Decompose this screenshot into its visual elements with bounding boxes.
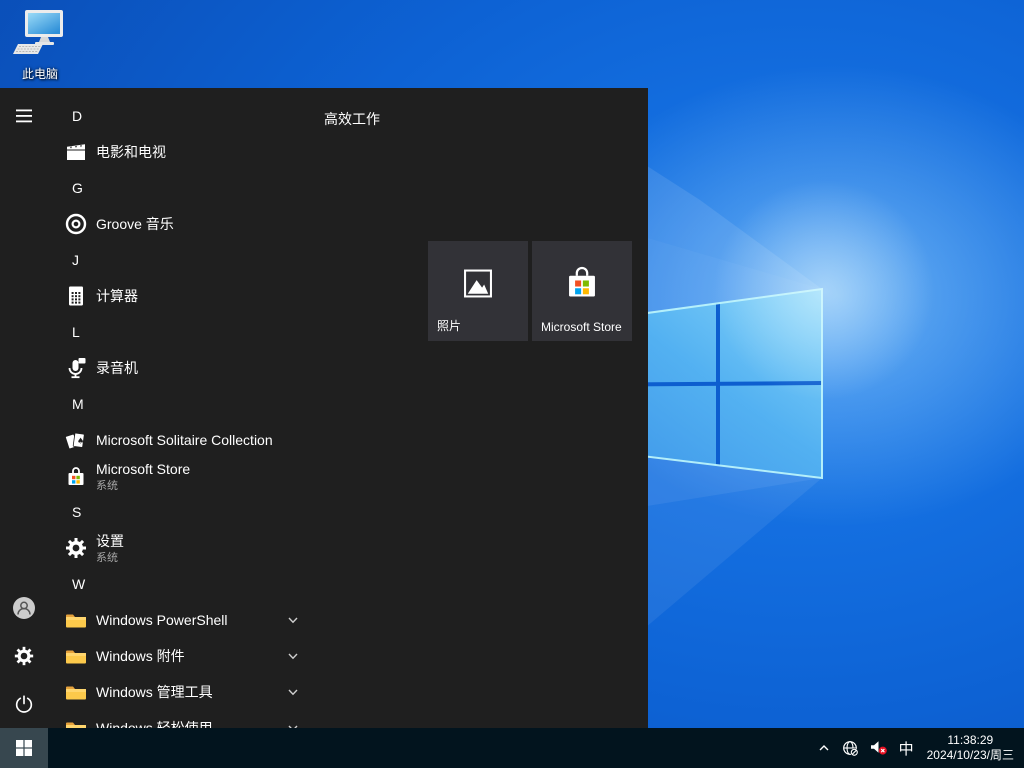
tile-label: Microsoft Store	[541, 320, 622, 334]
folder-icon	[64, 608, 88, 632]
app-label: 计算器	[96, 286, 138, 306]
network-status-button[interactable]	[842, 740, 859, 757]
app-list-item-movies-tv[interactable]: 电影和电视	[0, 134, 320, 170]
section-header-d: D	[0, 98, 320, 134]
section-header-g: G	[0, 170, 320, 206]
movies-tv-icon	[64, 140, 88, 164]
store-icon	[64, 464, 88, 488]
tile-label: 照片	[437, 317, 461, 334]
settings-icon	[64, 536, 88, 560]
app-sublabel: 系统	[96, 549, 118, 565]
chevron-down-icon[interactable]	[286, 649, 300, 663]
section-header-s: S	[0, 494, 320, 530]
this-pc-icon	[12, 8, 68, 58]
folder-item-windows-admin-tools[interactable]: Windows 管理工具	[0, 674, 320, 710]
chevron-up-icon	[817, 741, 831, 755]
desktop-icon-label: 此电脑	[8, 65, 72, 82]
section-letter[interactable]: M	[72, 396, 84, 412]
volume-muted-icon	[870, 740, 888, 756]
windows-logo-icon	[16, 740, 32, 756]
app-label: Microsoft Solitaire Collection	[96, 432, 273, 448]
section-header-w: W	[0, 566, 320, 602]
app-list-item-calculator[interactable]: 计算器	[0, 278, 320, 314]
calculator-icon	[64, 284, 88, 308]
chevron-down-icon[interactable]	[286, 613, 300, 627]
folder-label: Windows 管理工具	[96, 682, 213, 702]
clock-date: 2024/10/23/周三	[927, 748, 1014, 763]
folder-icon	[64, 716, 88, 728]
ime-indicator[interactable]: 中	[899, 738, 914, 759]
folder-item-windows-accessories[interactable]: Windows 附件	[0, 638, 320, 674]
app-list: D 电影和电视 G	[0, 98, 320, 728]
folder-label: Windows PowerShell	[96, 612, 228, 628]
app-list-item-settings[interactable]: 设置 系统	[0, 530, 320, 566]
app-label: 电影和电视	[96, 142, 166, 162]
svg-text:♠: ♠	[77, 437, 84, 446]
taskbar-clock[interactable]: 11:38:29 2024/10/23/周三	[925, 733, 1014, 763]
section-letter[interactable]: D	[72, 108, 82, 124]
folder-label: Windows 附件	[96, 646, 185, 666]
app-label: 设置	[96, 531, 124, 551]
section-letter[interactable]: J	[72, 252, 79, 268]
clock-time: 11:38:29	[927, 733, 1014, 748]
tray-expand-button[interactable]	[817, 741, 831, 755]
app-sublabel: 系统	[96, 477, 118, 493]
folder-icon	[64, 680, 88, 704]
start-menu: D 电影和电视 G	[0, 88, 648, 728]
section-header-j: J	[0, 242, 320, 278]
folder-item-windows-powershell[interactable]: Windows PowerShell	[0, 602, 320, 638]
tile-photos[interactable]: 照片	[428, 241, 528, 341]
taskbar: 中 11:38:29 2024/10/23/周三	[0, 728, 1024, 768]
section-letter[interactable]: S	[72, 504, 81, 520]
voice-recorder-icon	[64, 356, 88, 380]
solitaire-icon: ♠	[64, 428, 88, 452]
chevron-down-icon[interactable]	[286, 685, 300, 699]
desktop: 此电脑	[0, 0, 1024, 768]
folder-item-windows-ease-of-access[interactable]: Windows 轻松使用	[0, 710, 320, 728]
start-button[interactable]	[0, 728, 48, 768]
section-header-m: M	[0, 386, 320, 422]
app-label: Groove 音乐	[96, 214, 174, 234]
network-globe-icon	[842, 740, 859, 757]
section-letter[interactable]: G	[72, 180, 83, 196]
photos-icon	[463, 269, 493, 304]
section-letter[interactable]: W	[72, 576, 85, 592]
groove-music-icon	[64, 212, 88, 236]
section-letter[interactable]: L	[72, 324, 80, 340]
desktop-icon-this-pc[interactable]: 此电脑	[8, 8, 72, 82]
folder-icon	[64, 644, 88, 668]
app-list-item-groove-music[interactable]: Groove 音乐	[0, 206, 320, 242]
volume-button[interactable]	[870, 740, 888, 756]
app-list-item-solitaire[interactable]: ♠ Microsoft Solitaire Collection	[0, 422, 320, 458]
app-list-item-microsoft-store[interactable]: Microsoft Store 系统	[0, 458, 320, 494]
app-label: 录音机	[96, 358, 138, 378]
system-tray: 中 11:38:29 2024/10/23/周三	[817, 728, 1014, 768]
app-label: Microsoft Store	[96, 461, 190, 477]
tile-group-title[interactable]: 高效工作	[324, 109, 380, 129]
section-header-l: L	[0, 314, 320, 350]
app-list-item-voice-recorder[interactable]: 录音机	[0, 350, 320, 386]
tile-store[interactable]: Microsoft Store	[532, 241, 632, 341]
folder-label: Windows 轻松使用	[96, 718, 213, 728]
store-icon	[563, 265, 601, 308]
chevron-down-icon[interactable]	[286, 721, 300, 728]
